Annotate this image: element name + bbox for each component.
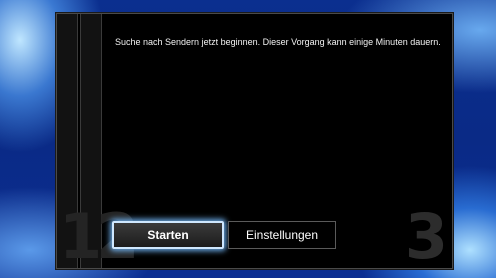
step-number-next: 3 [404,200,448,273]
dialog-message: Suche nach Sendern jetzt beginnen. Diese… [115,37,441,47]
installation-dialog: 12 3 Suche nach Sendern jetzt beginnen. … [56,13,453,269]
start-button[interactable]: Starten [112,221,224,249]
settings-button[interactable]: Einstellungen [228,221,336,249]
